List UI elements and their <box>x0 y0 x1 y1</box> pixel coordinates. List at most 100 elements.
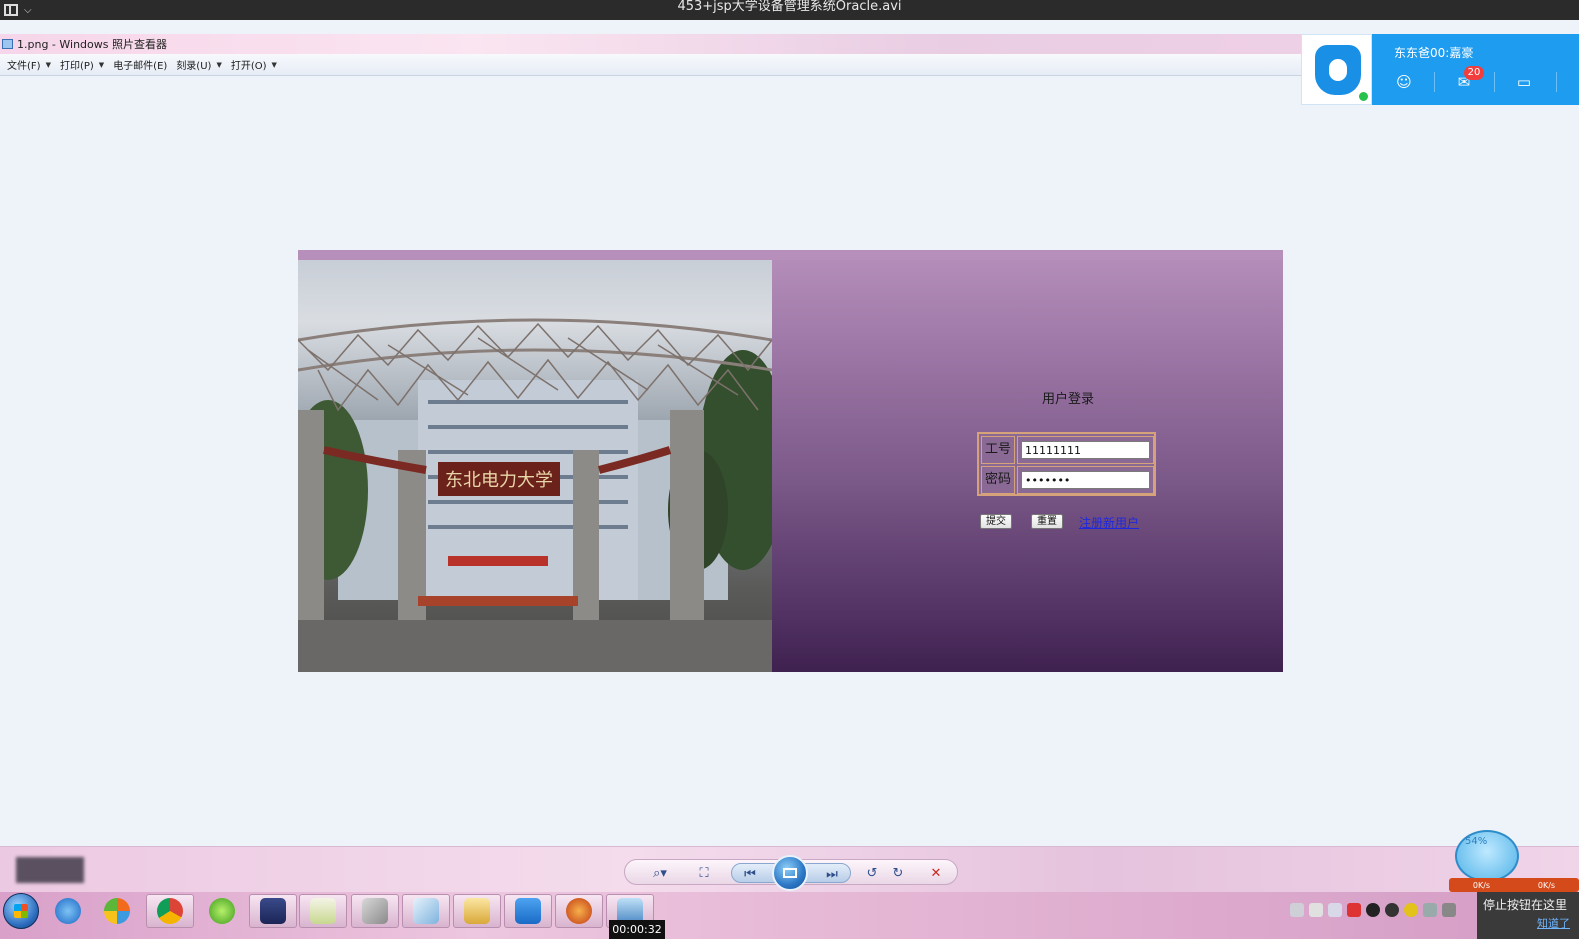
avatar[interactable] <box>1301 34 1372 105</box>
qq-notification[interactable]: 东东爸00:嘉豪 ☺ ✉ 20 ▭ <box>1301 34 1579 105</box>
taskbar-chrome[interactable] <box>146 894 194 928</box>
top-strip <box>298 250 1283 260</box>
employee-id-input[interactable] <box>1021 441 1150 459</box>
player-title-bar: ⌵ 453+jsp大学设备管理系统Oracle.avi <box>0 0 1579 20</box>
start-button[interactable] <box>3 893 39 929</box>
taskbar-green-app[interactable] <box>198 894 246 928</box>
s-app-icon <box>260 898 286 924</box>
divider <box>1434 72 1435 92</box>
taskbar-notes[interactable] <box>402 894 450 928</box>
taskbar-pinwheel[interactable] <box>93 894 141 928</box>
antivirus-icon[interactable] <box>1347 903 1361 917</box>
campus-gate-photo: 东北电力大学 <box>298 260 772 672</box>
menu-print-label: 打印(P) <box>59 61 94 72</box>
system-tray <box>1290 900 1456 920</box>
caret-down-icon: ▼ <box>45 60 51 69</box>
actual-size-icon[interactable]: ⛶ <box>691 860 717 886</box>
notes-icon <box>413 898 439 924</box>
divider <box>1556 72 1557 92</box>
ie-icon <box>55 898 81 924</box>
rotate-left-icon[interactable]: ↺ <box>861 860 883 886</box>
divider <box>1494 72 1495 92</box>
online-status-icon <box>1358 91 1369 102</box>
photo-viewer-icon <box>2 39 13 49</box>
taskbar-ie[interactable] <box>44 894 92 928</box>
green-app-icon <box>209 898 235 924</box>
employee-id-cell <box>1017 436 1154 464</box>
folder-icon <box>464 898 490 924</box>
next-icon[interactable]: ⏭ <box>818 861 846 887</box>
widget-percent: 54% <box>1465 836 1488 847</box>
campus-banner-text: 东北电力大学 <box>445 470 553 491</box>
wps-writer-icon <box>515 898 541 924</box>
slideshow-button[interactable] <box>772 855 808 891</box>
login-page-image: 东北电力大学 用户登录 工号 密码 提交 重置 注册新用户 <box>298 250 1283 672</box>
password-label: 密码 <box>981 466 1015 494</box>
qq-tray-icon[interactable] <box>1366 903 1380 917</box>
zoom-icon[interactable]: ⌕▾ <box>645 860 675 886</box>
network-icon[interactable] <box>1423 903 1437 917</box>
file-info-blurred <box>16 855 476 883</box>
viewer-control-pill: ⌕▾ ⛶ ⏮ ⏭ ↺ ↻ ✕ <box>624 855 958 891</box>
taskbar-recorder[interactable] <box>555 894 603 928</box>
slideshow-icon <box>783 868 797 878</box>
register-link[interactable]: 注册新用户 <box>1079 514 1139 531</box>
reset-button[interactable]: 重置 <box>1031 514 1063 529</box>
login-form: 工号 密码 <box>977 432 1156 496</box>
stop-button-tip: 停止按钮在这里 知道了 <box>1477 892 1579 939</box>
menu-file-label: 文件(F) <box>7 61 41 72</box>
password-row: 密码 <box>981 466 1154 494</box>
network-speed-widget[interactable]: 54% 0K/s 0K/s <box>1447 826 1579 892</box>
tip-text: 停止按钮在这里 <box>1483 898 1568 912</box>
taskbar-wps[interactable] <box>504 894 552 928</box>
usb-icon[interactable] <box>1309 903 1323 917</box>
employee-id-label: 工号 <box>981 436 1015 464</box>
taskbar-tools[interactable] <box>351 894 399 928</box>
mail-count-badge: 20 <box>1464 66 1484 80</box>
password-cell <box>1017 466 1154 494</box>
qq-tray-icon-2[interactable] <box>1385 903 1399 917</box>
employee-id-row: 工号 <box>981 436 1154 464</box>
emoji-icon[interactable]: ☺ <box>1394 72 1414 92</box>
menu-burn-label: 刻录(U) <box>176 61 212 72</box>
rotate-right-icon[interactable]: ↻ <box>887 860 909 886</box>
menu-burn[interactable]: 刻录(U) ▼ <box>176 54 231 76</box>
menu-open-label: 打开(O) <box>230 61 267 72</box>
menu-file[interactable]: 文件(F) ▼ <box>7 54 60 76</box>
caret-down-icon: ▼ <box>98 60 105 69</box>
previous-icon[interactable]: ⏮ <box>736 861 764 887</box>
submit-button[interactable]: 提交 <box>980 514 1012 529</box>
cow-avatar-icon <box>1315 45 1361 95</box>
download-speed: 0K/s <box>1472 880 1491 890</box>
security-tray-icon[interactable] <box>1404 903 1418 917</box>
menu-email[interactable]: 电子邮件(E) <box>113 54 176 76</box>
qq-username: 东东爸00:嘉豪 <box>1394 46 1474 60</box>
chart-app-icon <box>310 898 336 924</box>
password-input[interactable] <box>1021 471 1150 489</box>
taskbar-chart-app[interactable] <box>299 894 347 928</box>
tools-icon <box>362 898 388 924</box>
speed-bar: 0K/s 0K/s <box>1449 878 1579 892</box>
login-title: 用户登录 <box>1041 392 1094 407</box>
menu-print[interactable]: 打印(P) ▼ <box>60 54 113 76</box>
campus-gate-illustration: 东北电力大学 <box>298 318 772 672</box>
taskbar-s-app[interactable] <box>249 894 297 928</box>
taskbar-explorer[interactable] <box>453 894 501 928</box>
taskbar <box>0 892 1579 939</box>
calendar-icon[interactable]: ▭ <box>1514 72 1534 92</box>
recorder-icon <box>566 898 592 924</box>
viewer-controls-bar: ⌕▾ ⛶ ⏮ ⏭ ↺ ↻ ✕ <box>0 846 1579 892</box>
caret-down-icon: ▼ <box>271 60 277 69</box>
tip-dismiss-link[interactable]: 知道了 <box>1537 917 1570 930</box>
file-thumbnail <box>16 857 84 883</box>
playback-time: 00:00:32 <box>609 920 665 939</box>
keyboard-icon[interactable] <box>1290 903 1304 917</box>
menu-open[interactable]: 打开(O) ▼ <box>231 54 286 76</box>
delete-icon[interactable]: ✕ <box>925 860 947 886</box>
video-title: 453+jsp大学设备管理系统Oracle.avi <box>677 0 902 14</box>
thermometer-icon[interactable] <box>1328 903 1342 917</box>
caret-down-icon: ▼ <box>216 60 222 69</box>
viewer-window-title: 1.png - Windows 照片查看器 <box>17 38 167 51</box>
upload-speed: 0K/s <box>1537 880 1556 890</box>
volume-icon[interactable] <box>1442 903 1456 917</box>
